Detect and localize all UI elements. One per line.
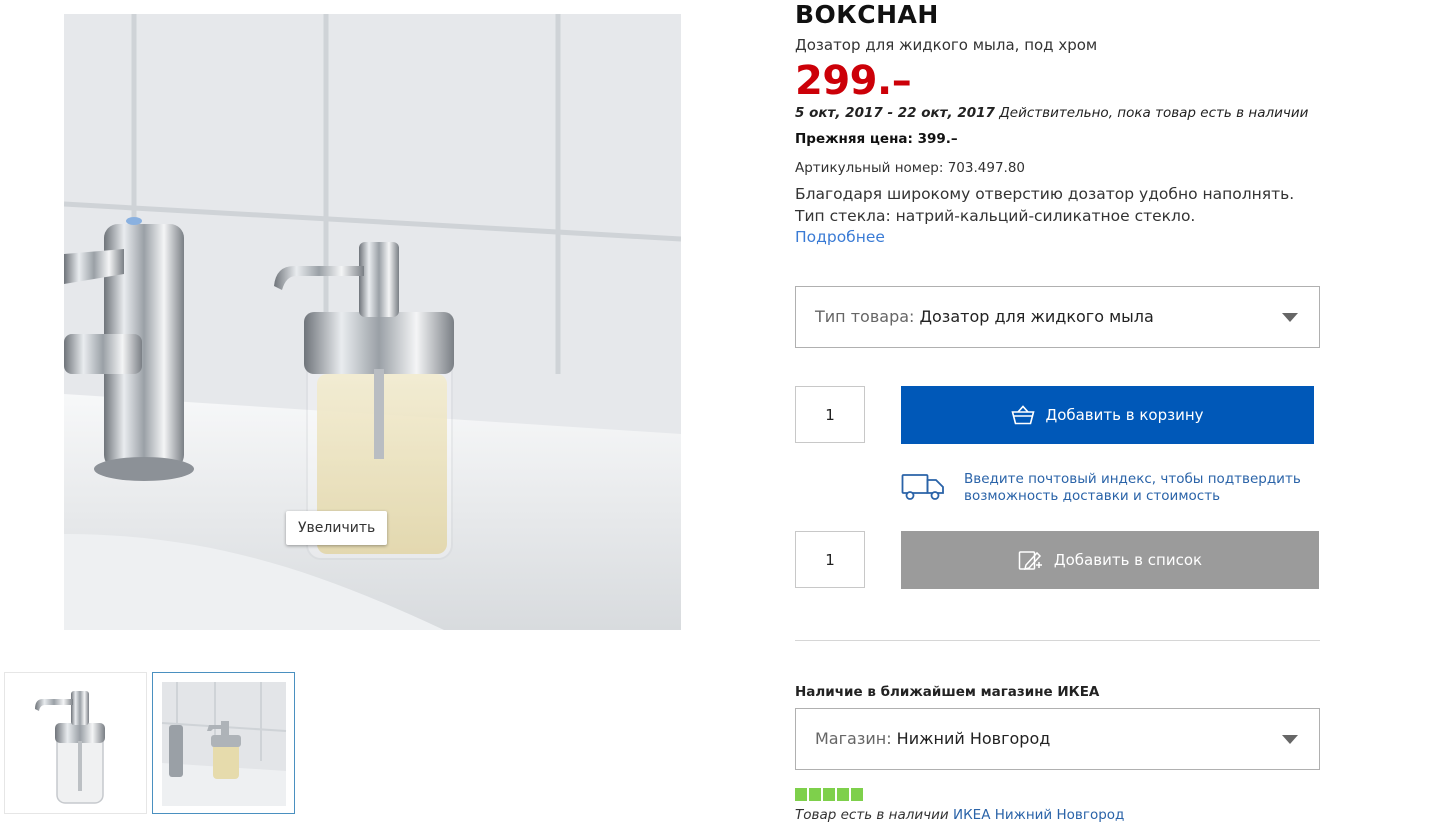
stock-level-indicator	[795, 788, 863, 801]
more-info-link[interactable]: Подробнее	[795, 228, 885, 246]
validity-dates: 5 окт, 2017 - 22 окт, 2017	[795, 105, 995, 121]
stock-status-text: Товар есть в наличии	[795, 807, 953, 823]
previous-price-label: Прежняя цена:	[795, 131, 918, 147]
product-type-select[interactable]: Тип товара: Дозатор для жидкого мыла	[795, 286, 1320, 348]
delivery-text-line: Введите почтовый индекс, чтобы подтверди…	[964, 471, 1301, 487]
chevron-down-icon	[1282, 313, 1298, 322]
thumbnail-in-bathroom[interactable]	[152, 672, 295, 814]
stock-level-segment	[795, 788, 807, 801]
chevron-down-icon	[1282, 735, 1298, 744]
stock-status: Товар есть в наличии ИКЕА Нижний Новгоро…	[795, 807, 1124, 823]
stock-level-segment	[823, 788, 835, 801]
basket-icon	[1011, 405, 1036, 425]
add-to-cart-button[interactable]: Добавить в корзину	[901, 386, 1314, 444]
stock-level-segment	[809, 788, 821, 801]
previous-price-value: 399.–	[917, 131, 958, 147]
article-value: 703.497.80	[947, 160, 1026, 176]
add-to-list-label: Добавить в список	[1053, 551, 1203, 569]
stock-level-segment	[837, 788, 849, 801]
list-quantity-input[interactable]	[795, 531, 865, 588]
previous-price: Прежняя цена: 399.–	[795, 131, 958, 147]
article-number: Артикульный номер: 703.497.80	[795, 160, 1025, 176]
section-divider	[795, 640, 1320, 641]
product-type-select-value: Дозатор для жидкого мыла	[919, 307, 1154, 326]
product-price: 299.–	[795, 58, 912, 104]
add-to-list-button[interactable]: Добавить в список	[901, 531, 1319, 589]
product-subtitle: Дозатор для жидкого мыла, под хром	[795, 36, 1098, 54]
description-line: Тип стекла: натрий-кальций-силикатное ст…	[795, 207, 1196, 225]
store-select[interactable]: Магазин: Нижний Новгород	[795, 708, 1320, 770]
pencil-list-icon	[1018, 549, 1044, 571]
delivery-postcode-link[interactable]: Введите почтовый индекс, чтобы подтверди…	[964, 471, 1301, 505]
availability-title: Наличие в ближайшем магазине ИКЕА	[795, 684, 1100, 700]
zoom-button[interactable]: Увеличить	[286, 511, 388, 545]
delivery-text-line: возможность доставки и стоимость	[964, 488, 1221, 504]
product-name: ВОКСНАН	[795, 0, 939, 29]
thumbnail-product[interactable]	[4, 672, 147, 814]
validity-note: Действительно, пока товар есть в наличии	[994, 105, 1309, 121]
price-validity: 5 окт, 2017 - 22 окт, 2017 Действительно…	[795, 105, 1308, 121]
product-type-select-label: Тип товара:	[815, 307, 915, 326]
store-select-value: Нижний Новгород	[896, 729, 1051, 748]
cart-quantity-input[interactable]	[795, 386, 865, 443]
add-to-cart-label: Добавить в корзину	[1045, 406, 1204, 424]
product-description: Благодаря широкому отверстию дозатор удо…	[795, 183, 1294, 227]
stock-store-link[interactable]: ИКЕА Нижний Новгород	[953, 807, 1124, 823]
truck-icon	[901, 473, 945, 505]
stock-level-segment	[851, 788, 863, 801]
article-label: Артикульный номер:	[795, 160, 948, 176]
store-select-label: Магазин:	[815, 729, 892, 748]
description-line: Благодаря широкому отверстию дозатор удо…	[795, 185, 1295, 203]
